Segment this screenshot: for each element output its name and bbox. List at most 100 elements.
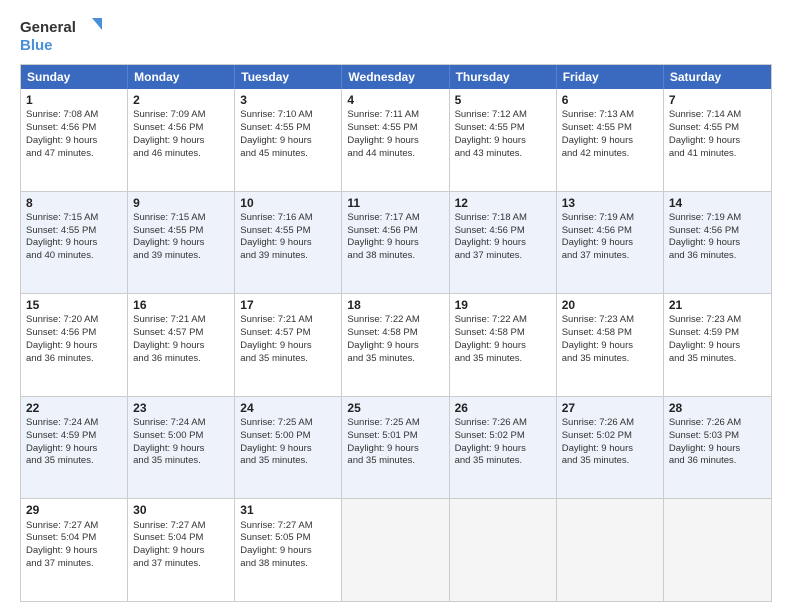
day-info: Sunrise: 7:08 AM — [26, 109, 122, 122]
day-cell-15: 15Sunrise: 7:20 AMSunset: 4:56 PMDayligh… — [21, 294, 128, 396]
day-info: Sunset: 4:55 PM — [347, 122, 443, 135]
day-cell-16: 16Sunrise: 7:21 AMSunset: 4:57 PMDayligh… — [128, 294, 235, 396]
day-info: Sunset: 4:55 PM — [455, 122, 551, 135]
day-info: and 37 minutes. — [26, 558, 122, 571]
day-number: 14 — [669, 195, 766, 211]
day-cell-6: 6Sunrise: 7:13 AMSunset: 4:55 PMDaylight… — [557, 89, 664, 191]
day-info: Sunset: 5:00 PM — [133, 430, 229, 443]
day-info: and 38 minutes. — [240, 558, 336, 571]
day-cell-1: 1Sunrise: 7:08 AMSunset: 4:56 PMDaylight… — [21, 89, 128, 191]
day-number: 7 — [669, 92, 766, 108]
calendar: SundayMondayTuesdayWednesdayThursdayFrid… — [20, 64, 772, 602]
day-info: Daylight: 9 hours — [26, 237, 122, 250]
day-info: and 44 minutes. — [347, 148, 443, 161]
day-number: 19 — [455, 297, 551, 313]
calendar-row-1: 1Sunrise: 7:08 AMSunset: 4:56 PMDaylight… — [21, 89, 771, 191]
day-number: 5 — [455, 92, 551, 108]
day-info: Sunrise: 7:20 AM — [26, 314, 122, 327]
day-info: Daylight: 9 hours — [562, 340, 658, 353]
day-cell-30: 30Sunrise: 7:27 AMSunset: 5:04 PMDayligh… — [128, 499, 235, 601]
day-info: and 35 minutes. — [240, 353, 336, 366]
day-info: Sunset: 4:56 PM — [133, 122, 229, 135]
day-cell-7: 7Sunrise: 7:14 AMSunset: 4:55 PMDaylight… — [664, 89, 771, 191]
day-info: Sunrise: 7:15 AM — [133, 212, 229, 225]
day-info: Sunrise: 7:25 AM — [240, 417, 336, 430]
day-info: Daylight: 9 hours — [133, 443, 229, 456]
day-info: and 35 minutes. — [26, 455, 122, 468]
day-number: 20 — [562, 297, 658, 313]
day-info: Sunset: 4:56 PM — [455, 225, 551, 238]
day-cell-17: 17Sunrise: 7:21 AMSunset: 4:57 PMDayligh… — [235, 294, 342, 396]
day-info: Daylight: 9 hours — [562, 443, 658, 456]
day-number: 2 — [133, 92, 229, 108]
day-info: Daylight: 9 hours — [669, 443, 766, 456]
day-info: Daylight: 9 hours — [347, 135, 443, 148]
day-cell-23: 23Sunrise: 7:24 AMSunset: 5:00 PMDayligh… — [128, 397, 235, 499]
day-info: and 43 minutes. — [455, 148, 551, 161]
day-info: Daylight: 9 hours — [26, 135, 122, 148]
day-info: Sunset: 4:55 PM — [240, 122, 336, 135]
day-info: Daylight: 9 hours — [455, 237, 551, 250]
day-number: 8 — [26, 195, 122, 211]
day-cell-5: 5Sunrise: 7:12 AMSunset: 4:55 PMDaylight… — [450, 89, 557, 191]
day-cell-11: 11Sunrise: 7:17 AMSunset: 4:56 PMDayligh… — [342, 192, 449, 294]
day-info: Sunrise: 7:18 AM — [455, 212, 551, 225]
day-cell-20: 20Sunrise: 7:23 AMSunset: 4:58 PMDayligh… — [557, 294, 664, 396]
day-info: Daylight: 9 hours — [26, 340, 122, 353]
day-info: and 35 minutes. — [347, 455, 443, 468]
logo-svg: General Blue — [20, 16, 110, 54]
day-info: Sunset: 5:00 PM — [240, 430, 336, 443]
day-cell-12: 12Sunrise: 7:18 AMSunset: 4:56 PMDayligh… — [450, 192, 557, 294]
day-of-week-saturday: Saturday — [664, 65, 771, 89]
calendar-row-3: 15Sunrise: 7:20 AMSunset: 4:56 PMDayligh… — [21, 293, 771, 396]
day-number: 18 — [347, 297, 443, 313]
day-info: Sunrise: 7:22 AM — [347, 314, 443, 327]
day-number: 25 — [347, 400, 443, 416]
day-info: Sunset: 4:59 PM — [26, 430, 122, 443]
day-info: Sunrise: 7:19 AM — [562, 212, 658, 225]
calendar-body: 1Sunrise: 7:08 AMSunset: 4:56 PMDaylight… — [21, 89, 771, 601]
day-info: Sunset: 5:04 PM — [26, 532, 122, 545]
calendar-row-4: 22Sunrise: 7:24 AMSunset: 4:59 PMDayligh… — [21, 396, 771, 499]
day-info: Daylight: 9 hours — [133, 545, 229, 558]
day-info: Daylight: 9 hours — [240, 135, 336, 148]
day-info: Sunrise: 7:13 AM — [562, 109, 658, 122]
day-number: 6 — [562, 92, 658, 108]
svg-text:General: General — [20, 19, 76, 36]
page-header: General Blue — [20, 16, 772, 54]
day-info: Sunrise: 7:15 AM — [26, 212, 122, 225]
day-info: Sunset: 4:55 PM — [240, 225, 336, 238]
day-cell-14: 14Sunrise: 7:19 AMSunset: 4:56 PMDayligh… — [664, 192, 771, 294]
day-number: 21 — [669, 297, 766, 313]
day-cell-2: 2Sunrise: 7:09 AMSunset: 4:56 PMDaylight… — [128, 89, 235, 191]
day-cell-8: 8Sunrise: 7:15 AMSunset: 4:55 PMDaylight… — [21, 192, 128, 294]
day-info: Sunrise: 7:23 AM — [562, 314, 658, 327]
day-info: and 35 minutes. — [240, 455, 336, 468]
day-info: and 45 minutes. — [240, 148, 336, 161]
day-info: Sunrise: 7:24 AM — [26, 417, 122, 430]
day-info: Sunset: 4:59 PM — [669, 327, 766, 340]
day-info: and 35 minutes. — [455, 455, 551, 468]
day-number: 28 — [669, 400, 766, 416]
day-info: Daylight: 9 hours — [240, 237, 336, 250]
day-info: Sunrise: 7:27 AM — [133, 520, 229, 533]
day-info: Sunset: 4:57 PM — [133, 327, 229, 340]
day-number: 12 — [455, 195, 551, 211]
day-info: Sunrise: 7:26 AM — [455, 417, 551, 430]
day-info: Sunrise: 7:21 AM — [133, 314, 229, 327]
day-info: Sunrise: 7:09 AM — [133, 109, 229, 122]
day-info: Daylight: 9 hours — [133, 135, 229, 148]
day-info: Sunset: 4:55 PM — [133, 225, 229, 238]
calendar-page: General Blue SundayMondayTuesdayWednesda… — [0, 0, 792, 612]
calendar-row-2: 8Sunrise: 7:15 AMSunset: 4:55 PMDaylight… — [21, 191, 771, 294]
empty-cell — [450, 499, 557, 601]
day-info: and 35 minutes. — [133, 455, 229, 468]
logo: General Blue — [20, 16, 110, 54]
day-info: Sunset: 5:03 PM — [669, 430, 766, 443]
day-info: Daylight: 9 hours — [240, 340, 336, 353]
day-info: and 46 minutes. — [133, 148, 229, 161]
day-info: Sunrise: 7:27 AM — [26, 520, 122, 533]
day-info: Sunrise: 7:11 AM — [347, 109, 443, 122]
day-number: 16 — [133, 297, 229, 313]
calendar-header: SundayMondayTuesdayWednesdayThursdayFrid… — [21, 65, 771, 89]
